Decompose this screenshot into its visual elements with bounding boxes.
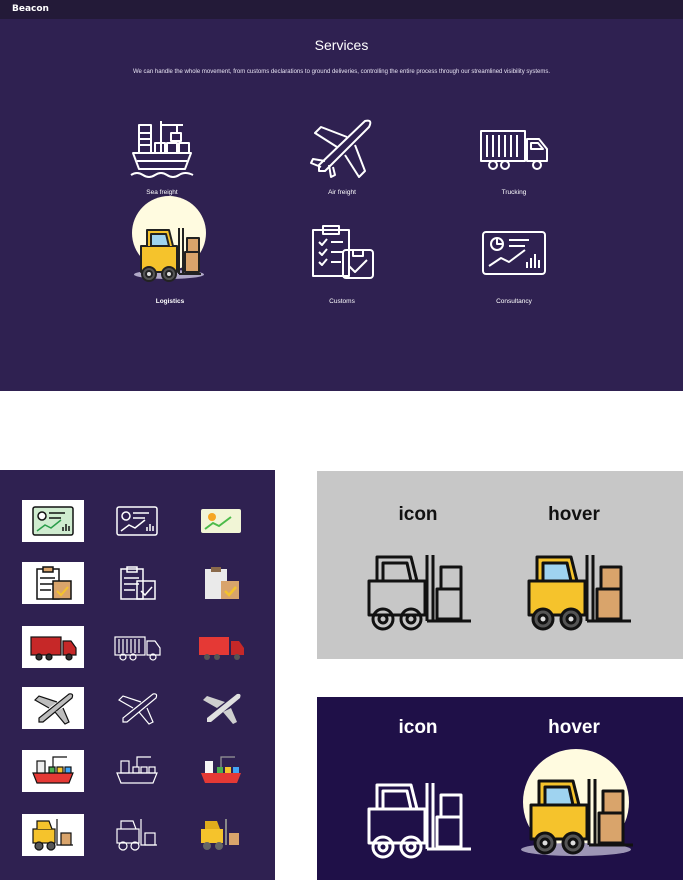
service-customs[interactable]: Customs [272, 224, 412, 314]
airplane-icon [118, 693, 158, 725]
logistics-outline-variant [22, 814, 84, 856]
service-consultancy[interactable]: Consultancy [444, 224, 584, 314]
chart-board-icon [32, 506, 74, 536]
hover-state-label: hover [548, 504, 600, 525]
airplane-icon [34, 693, 74, 725]
service-label: Customs [329, 298, 355, 305]
trucking-outline-variant [22, 626, 84, 668]
ship-icon [32, 756, 74, 784]
service-label: Consultancy [496, 298, 532, 305]
forklift-icon [116, 819, 157, 851]
icon-hover-comparison-dark: icon hover [317, 697, 683, 880]
forklift-icon [201, 819, 239, 850]
services-section: Services We can handle the whole movemen… [0, 19, 683, 391]
service-label: Logistics [155, 298, 185, 305]
ship-icon [130, 121, 194, 178]
page-title: Services [314, 37, 369, 53]
forklift-hover-icon [529, 779, 633, 855]
consultancy-white-variant [106, 500, 168, 542]
consultancy-color-variant [190, 500, 252, 542]
icon-state-label: icon [398, 504, 438, 525]
sea-freight-white-variant [106, 750, 168, 792]
hover-state-label: hover [548, 717, 600, 738]
service-air-freight[interactable]: Air freight [272, 115, 412, 205]
forklift-icon [367, 783, 471, 859]
truck-icon [30, 636, 77, 661]
air-freight-white-variant [106, 687, 168, 729]
forklift-icon [32, 819, 73, 851]
service-label: Air freight [328, 189, 356, 196]
clipboard-icon [205, 567, 239, 599]
consultancy-outline-variant [22, 500, 84, 542]
service-trucking[interactable]: Trucking [444, 115, 584, 205]
service-label: Trucking [501, 189, 527, 196]
ship-icon [116, 756, 158, 784]
airplane-icon [203, 693, 241, 724]
service-logistics[interactable]: Logistics [100, 224, 240, 314]
service-label: Sea freight [146, 189, 178, 196]
customs-white-variant [106, 562, 168, 604]
ship-icon [201, 756, 241, 783]
clipboard-icon [312, 225, 374, 279]
page-subtitle: We can handle the whole movement, from c… [132, 69, 551, 75]
clipboard-icon [36, 566, 72, 600]
trucking-color-variant [190, 626, 252, 668]
chart-board-icon [482, 231, 546, 275]
forklift-hover-icon [527, 555, 631, 631]
chart-board-icon [116, 506, 158, 536]
forklift-icon [140, 228, 201, 282]
forklift-icon [367, 555, 471, 631]
chart-board-icon [201, 509, 241, 533]
icon-variants-panel [0, 470, 275, 880]
truck-icon [114, 636, 161, 661]
logistics-white-variant [106, 814, 168, 856]
top-bar: Beacon [0, 0, 683, 19]
clipboard-icon [120, 566, 156, 600]
icon-state-label: icon [398, 717, 438, 738]
icon-hover-comparison-light: icon hover [317, 471, 683, 659]
airplane-icon [310, 119, 372, 178]
service-sea-freight[interactable]: Sea freight [92, 115, 232, 205]
customs-outline-variant [22, 562, 84, 604]
sea-freight-outline-variant [22, 750, 84, 792]
truck-icon [199, 637, 244, 660]
truck-icon [480, 130, 548, 170]
brand-logo[interactable]: Beacon [12, 4, 49, 14]
customs-color-variant [190, 562, 252, 604]
trucking-white-variant [106, 626, 168, 668]
logistics-color-variant [190, 814, 252, 856]
air-freight-color-variant [190, 687, 252, 729]
air-freight-outline-variant [22, 687, 84, 729]
sea-freight-color-variant [190, 750, 252, 792]
